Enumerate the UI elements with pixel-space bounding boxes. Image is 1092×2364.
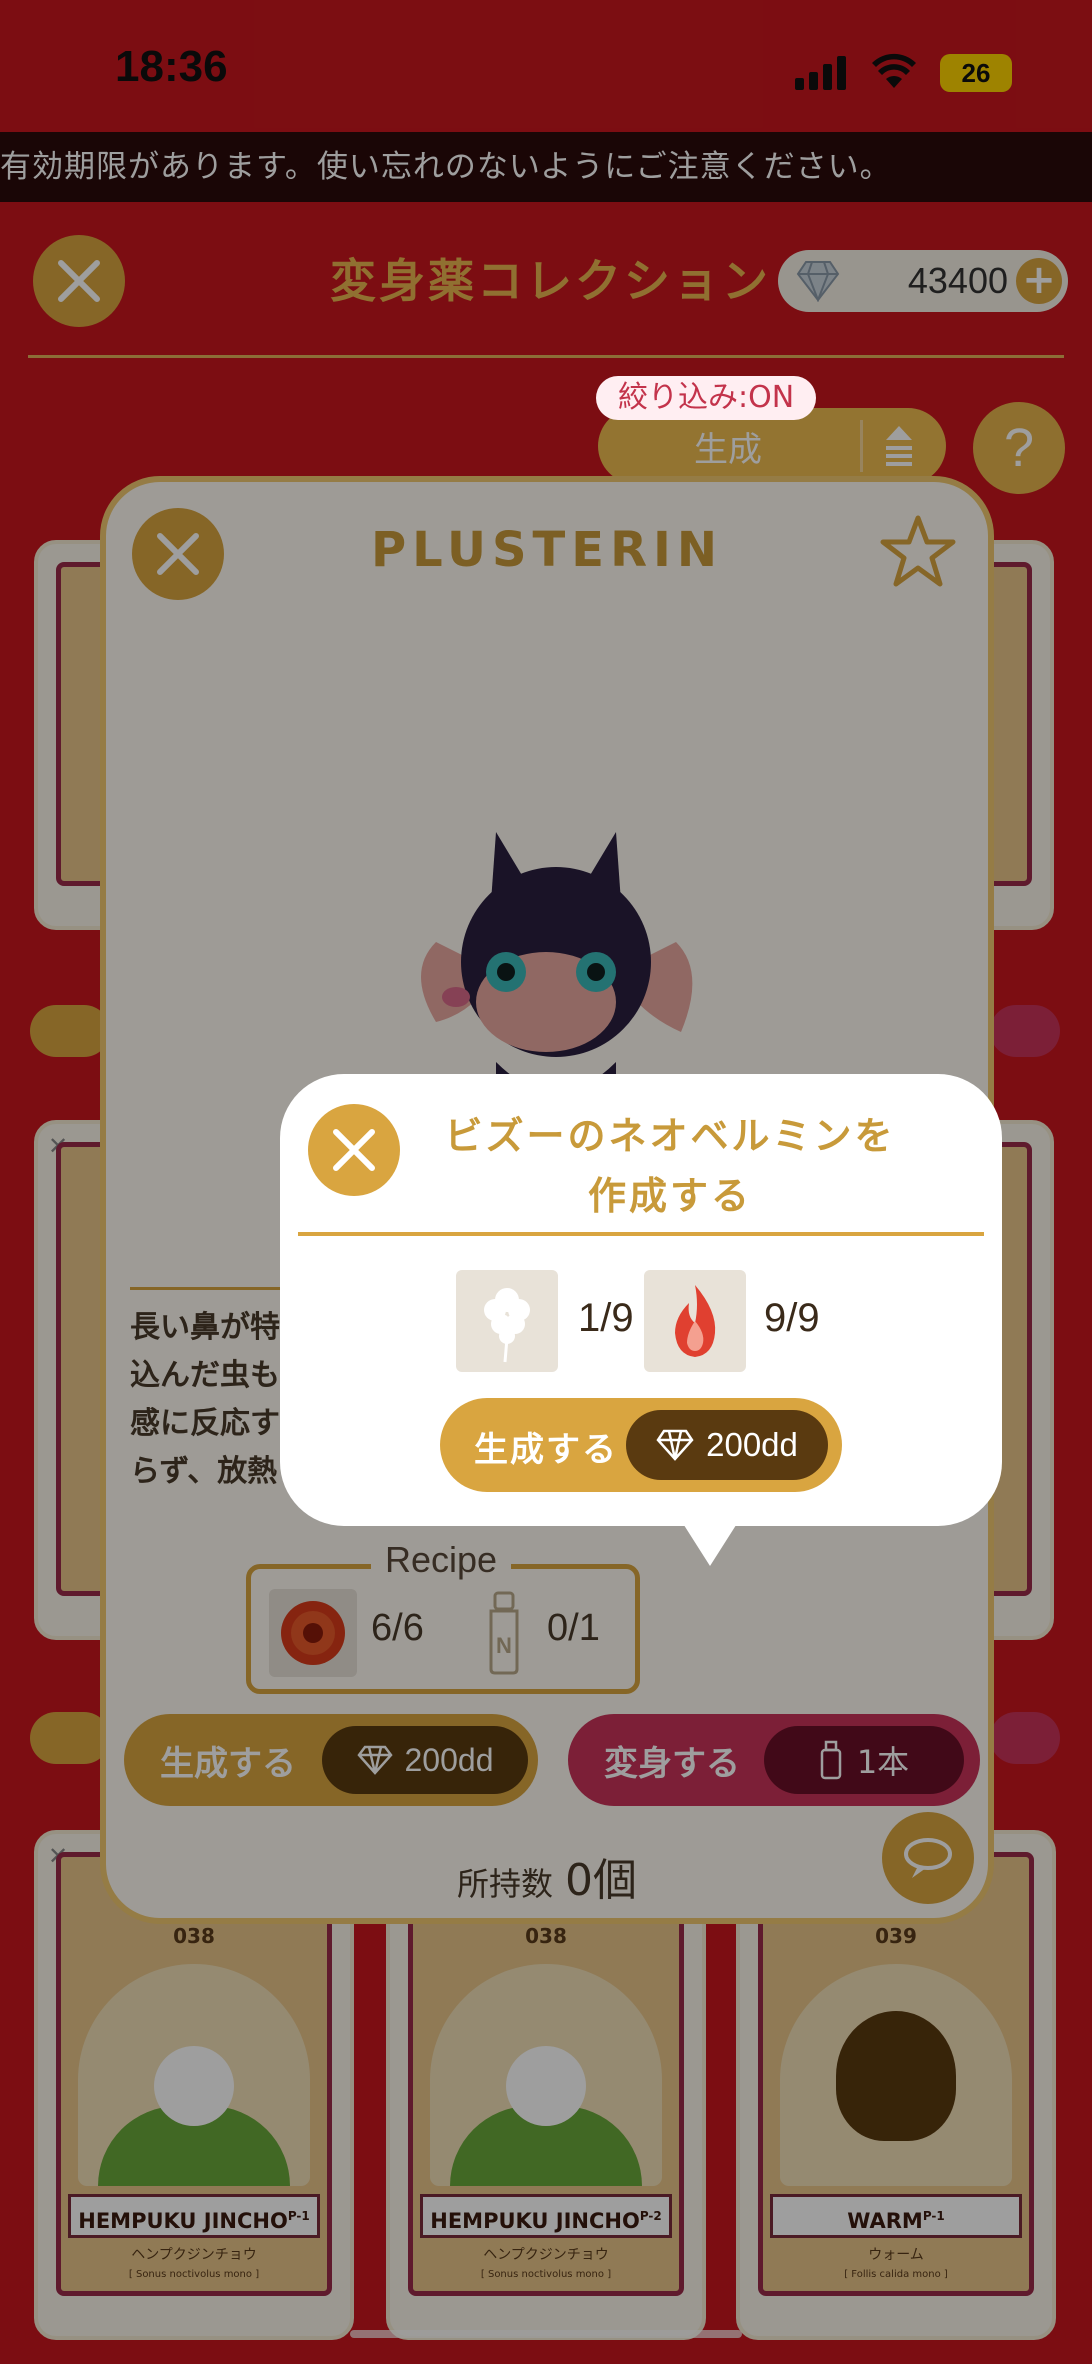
popup-title: ビズーのネオベルミンを 作成する <box>444 1114 896 1218</box>
ingredient-count: 9/9 <box>764 1296 820 1340</box>
popup-divider <box>298 1232 984 1236</box>
popup-generate-button[interactable]: 生成する 200dd <box>440 1398 842 1492</box>
create-potion-popup: ビズーのネオベルミンを 作成する 1/9 9/9 生成する 200dd <box>280 1074 1002 1566</box>
filter-status-badge: 絞り込み:ON <box>596 376 817 420</box>
diamond-icon <box>656 1429 694 1461</box>
ingredient-count: 1/9 <box>578 1296 634 1340</box>
close-icon <box>333 1129 375 1171</box>
red-flame-icon[interactable] <box>644 1270 746 1372</box>
generate-label: 生成する <box>474 1430 618 1470</box>
white-flower-icon[interactable] <box>456 1270 558 1372</box>
close-popup-button[interactable] <box>308 1104 400 1196</box>
generate-cost: 200dd <box>626 1410 828 1480</box>
